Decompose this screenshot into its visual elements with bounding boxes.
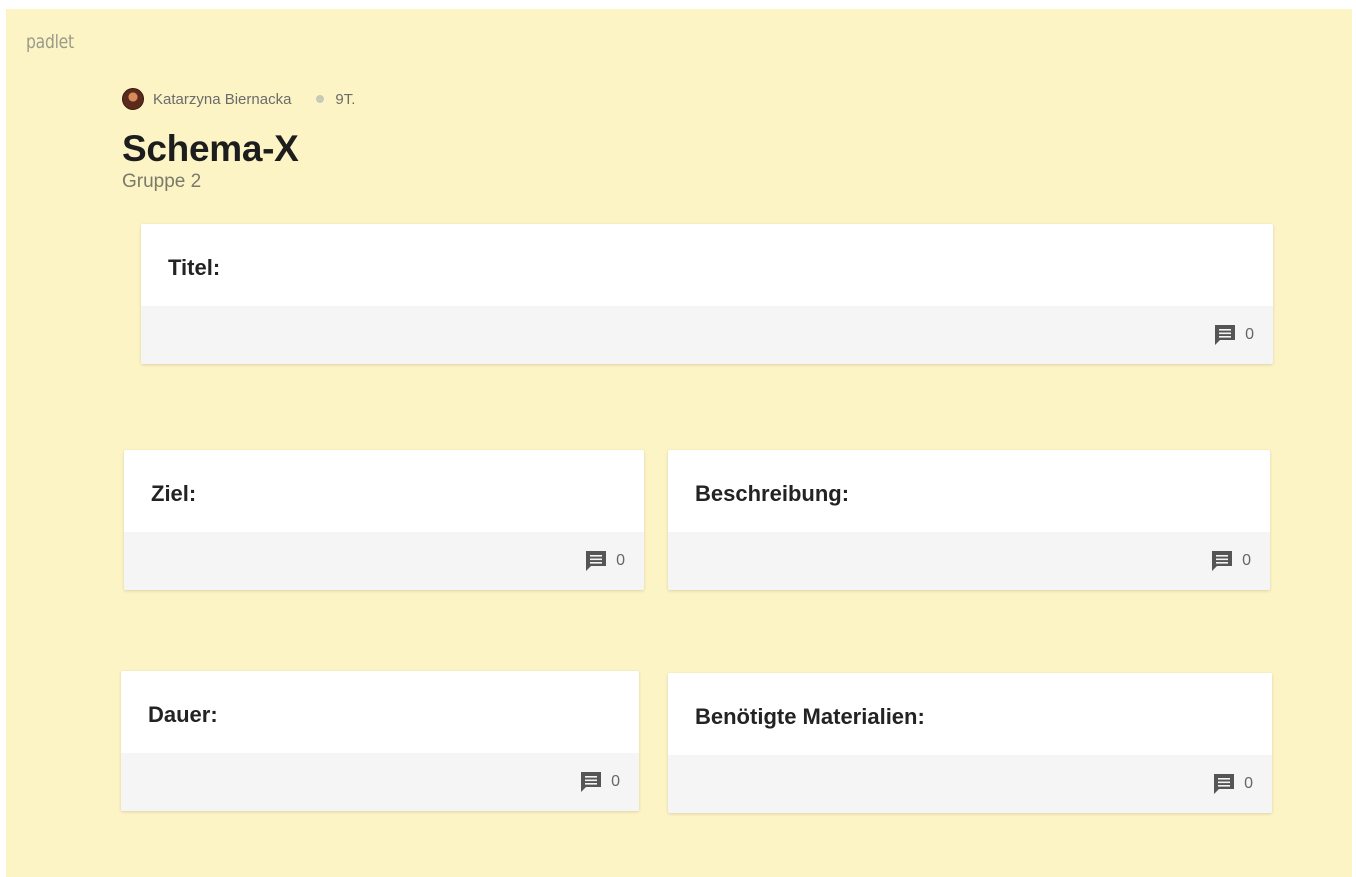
comment-icon (1210, 550, 1234, 572)
post-title: Dauer: (148, 702, 218, 727)
post-card-titel[interactable]: Titel: 0 (141, 224, 1273, 364)
post-card-benoetigte-materialien[interactable]: Benötigte Materialien: 0 (668, 673, 1272, 813)
comment-count: 0 (1242, 552, 1251, 569)
comment-count: 0 (1245, 326, 1254, 343)
avatar[interactable] (122, 88, 144, 110)
post-footer: 0 (141, 306, 1273, 364)
comment-button[interactable]: 0 (584, 550, 625, 572)
comment-count: 0 (1244, 775, 1253, 792)
post-footer: 0 (668, 755, 1272, 813)
padlet-logo[interactable]: padlet (26, 31, 74, 53)
post-title: Ziel: (151, 481, 197, 506)
post-footer: 0 (121, 753, 639, 811)
post-title: Beschreibung: (695, 481, 850, 506)
comment-button[interactable]: 0 (579, 771, 620, 793)
post-footer: 0 (124, 532, 644, 590)
post-footer: 0 (668, 532, 1270, 590)
post-card-beschreibung[interactable]: Beschreibung: 0 (668, 450, 1270, 590)
board-subtitle: Gruppe 2 (122, 171, 202, 192)
author-name[interactable]: Katarzyna Biernacka (153, 91, 291, 108)
comment-icon (584, 550, 608, 572)
board-title: Schema-X (122, 128, 299, 169)
comment-button[interactable]: 0 (1213, 324, 1254, 346)
post-time: 9T. (335, 90, 356, 108)
comment-count: 0 (611, 773, 620, 790)
post-title: Benötigte Materialien: (695, 704, 925, 729)
comment-icon (1212, 773, 1236, 795)
post-title: Titel: (168, 255, 221, 280)
comment-count: 0 (616, 552, 625, 569)
separator-dot (316, 95, 325, 103)
post-card-dauer[interactable]: Dauer: 0 (121, 671, 639, 811)
comment-icon (1213, 324, 1237, 346)
comment-icon (579, 771, 603, 793)
comment-button[interactable]: 0 (1210, 550, 1251, 572)
post-card-ziel[interactable]: Ziel: 0 (124, 450, 644, 590)
padlet-board: padlet Katarzyna Biernacka 9T. Schema-X … (6, 9, 1352, 877)
author-row: Katarzyna Biernacka 9T. (122, 88, 355, 110)
comment-button[interactable]: 0 (1212, 773, 1253, 795)
